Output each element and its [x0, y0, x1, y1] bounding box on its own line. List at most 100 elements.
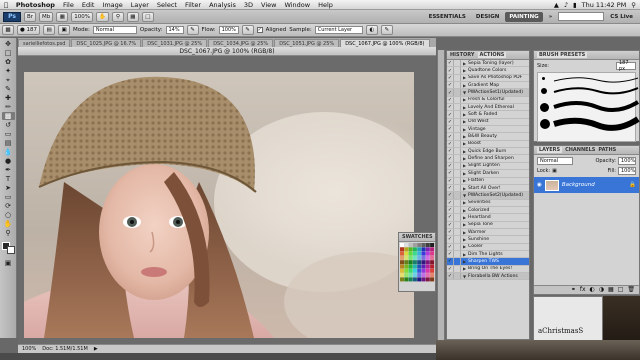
action-toggle-checkbox[interactable]: ✓ [447, 258, 454, 265]
search-input[interactable] [558, 12, 605, 21]
layer-name[interactable]: Background [562, 182, 595, 188]
swatch-cell[interactable] [412, 247, 417, 252]
menu-window[interactable]: Window [280, 1, 314, 9]
action-toggle-checkbox[interactable]: ✓ [447, 170, 454, 177]
swatch-cell[interactable] [404, 243, 409, 247]
swatch-cell[interactable] [425, 260, 430, 265]
collapse-triangle-icon[interactable]: ▶ [461, 61, 468, 66]
action-row[interactable]: ✓ ▶ Start All Over! [447, 184, 529, 193]
link-layers-icon[interactable]: ⚭ [571, 286, 576, 294]
more-workspaces-icon[interactable]: » [545, 12, 557, 22]
action-toggle-checkbox[interactable]: ✓ [447, 82, 454, 89]
color-picker[interactable] [1, 242, 15, 254]
swatch-cell[interactable] [430, 264, 435, 269]
action-row[interactable]: ✓ ▶ Slight Lighten [447, 162, 529, 171]
background-color[interactable] [6, 246, 15, 254]
swatch-cell[interactable] [404, 255, 409, 260]
brush-preset-3[interactable] [540, 103, 549, 112]
visibility-eye-icon[interactable]: ◉ [537, 182, 542, 188]
action-row[interactable]: ✓ ▶ Save As Photoshop PDF [447, 74, 529, 83]
menu-view[interactable]: View [257, 1, 280, 9]
swatch-cell[interactable] [404, 247, 409, 252]
delete-layer-icon[interactable]: 🗑 [627, 286, 635, 294]
swatch-cell[interactable] [417, 251, 422, 256]
zoom-dropdown[interactable]: 100% [71, 11, 94, 22]
history-brush-tool-icon[interactable]: ↺ [2, 121, 15, 129]
pen-tool-icon[interactable]: ✒ [2, 166, 15, 174]
dialog-toggle[interactable] [454, 228, 461, 236]
screen-mode-icon[interactable]: □ [141, 11, 154, 22]
collapse-triangle-icon[interactable]: ▶ [461, 119, 468, 124]
swatch-cell[interactable] [421, 277, 426, 282]
swatch-cell[interactable] [412, 273, 417, 278]
swatch-cell[interactable] [404, 251, 409, 256]
action-toggle-checkbox[interactable]: ✓ [447, 221, 454, 228]
swatch-cell[interactable] [400, 273, 404, 278]
action-row[interactable]: ✓ ▶ Sepia Tone [447, 221, 529, 229]
swatch-cell[interactable] [412, 260, 417, 265]
aligned-checkbox[interactable]: ✓ [256, 27, 263, 33]
swatch-cell[interactable] [430, 255, 435, 260]
dialog-toggle[interactable] [454, 184, 461, 192]
dialog-toggle[interactable] [454, 258, 461, 265]
collapse-triangle-icon[interactable]: ▶ [461, 141, 468, 146]
swatch-cell[interactable] [417, 273, 422, 278]
dialog-toggle[interactable] [454, 74, 461, 81]
swatch-cell[interactable] [408, 255, 413, 260]
brush-preset-2[interactable] [541, 88, 547, 94]
menu-edit[interactable]: Edit [78, 1, 99, 9]
action-toggle-checkbox[interactable]: ✓ [447, 96, 454, 104]
workspace-painting[interactable]: PAINTING [505, 11, 543, 22]
dialog-toggle[interactable] [454, 126, 461, 133]
tab-paths[interactable]: PATHS [598, 147, 616, 153]
new-group-icon[interactable]: ▦ [608, 286, 614, 294]
clock[interactable]: Thu 11:42 PM [582, 1, 627, 9]
collapse-triangle-icon[interactable]: ▶ [461, 75, 468, 80]
add-mask-icon[interactable]: ◐ [590, 286, 595, 294]
dialog-toggle[interactable] [454, 236, 461, 243]
expand-triangle-icon[interactable]: ▼ [461, 193, 468, 198]
swatch-cell[interactable] [425, 243, 430, 247]
swatch-cell[interactable] [400, 247, 404, 252]
spotlight-icon[interactable]: ⚲ [631, 1, 636, 9]
swatch-cell[interactable] [408, 260, 413, 265]
brush-tool-icon[interactable]: ✏ [2, 103, 15, 111]
crop-tool-icon[interactable]: ⌖ [2, 76, 15, 84]
action-toggle-checkbox[interactable]: ✓ [447, 272, 454, 280]
volume-icon[interactable]: ♪ [564, 1, 568, 9]
type-tool-icon[interactable]: T [2, 175, 15, 183]
swatch-cell[interactable] [430, 251, 435, 256]
swatch-cell[interactable] [430, 243, 435, 247]
swatch-cell[interactable] [417, 260, 422, 265]
swatch-cell[interactable] [412, 255, 417, 260]
swatch-cell[interactable] [425, 273, 430, 278]
swatch-cell[interactable] [425, 264, 430, 269]
collapse-triangle-icon[interactable]: ▶ [461, 186, 468, 191]
collapse-triangle-icon[interactable]: ▶ [461, 127, 468, 132]
dialog-toggle[interactable] [454, 82, 461, 89]
swatch-cell[interactable] [412, 277, 417, 282]
collapse-triangle-icon[interactable]: ▶ [461, 266, 468, 271]
tab-actions[interactable]: ACTIONS [477, 52, 507, 58]
swatch-cell[interactable] [430, 260, 435, 265]
action-toggle-checkbox[interactable]: ✓ [447, 199, 454, 206]
swatch-cell[interactable] [430, 268, 435, 273]
dialog-toggle[interactable] [454, 155, 461, 162]
menu-file[interactable]: File [59, 1, 78, 9]
action-row[interactable]: ✓ ▶ Bring On The Eyes! [447, 265, 529, 273]
action-row[interactable]: ✓ ▶ Heartland [447, 214, 529, 222]
dialog-toggle[interactable] [454, 118, 461, 126]
menu-app[interactable]: Photoshop [12, 1, 59, 9]
action-row[interactable]: ✓ ▶ Seventies [447, 199, 529, 207]
swatch-cell[interactable] [400, 264, 404, 269]
apple-icon[interactable]:  [0, 1, 12, 9]
swatch-grid[interactable] [399, 242, 435, 290]
clone-source-panel-icon[interactable]: ▣ [58, 25, 71, 35]
3d-orbit-tool-icon[interactable]: ○ [2, 211, 15, 219]
hand-tool-icon[interactable]: ✋ [2, 220, 15, 228]
action-toggle-checkbox[interactable]: ✓ [447, 67, 454, 74]
collapse-triangle-icon[interactable]: ▶ [461, 200, 468, 205]
swatches-title[interactable]: SWATCHES [402, 234, 433, 240]
lock-icon[interactable]: ▣ [552, 168, 557, 174]
action-row[interactable]: ✓ ▶ Quadtone Colors [447, 67, 529, 75]
